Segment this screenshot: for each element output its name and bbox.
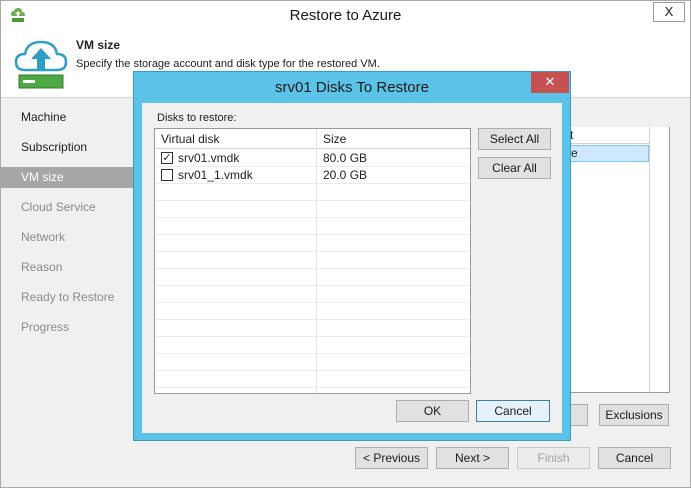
dialog-body: Disks to restore: Virtual disk Size ✓ sr…: [142, 103, 562, 433]
cloud-upload-icon: [14, 40, 68, 89]
select-all-button[interactable]: Select All: [478, 128, 551, 150]
disks-grid[interactable]: Virtual disk Size ✓ srv01.vmdk 80.0 GB s…: [154, 128, 471, 394]
title-bar: Restore to Azure X: [1, 1, 690, 31]
step-title: VM size: [76, 38, 121, 52]
column-header-virtual-disk[interactable]: Virtual disk: [155, 129, 316, 149]
nav-item-vm-size[interactable]: VM size: [1, 167, 134, 188]
nav-item-reason: Reason: [21, 260, 63, 274]
dialog-ok-button[interactable]: OK: [396, 400, 469, 422]
empty-row: [155, 235, 470, 252]
empty-row: [155, 184, 470, 201]
nav-item-network: Network: [21, 230, 66, 244]
next-button[interactable]: Next >: [436, 447, 509, 469]
empty-row: [155, 354, 470, 371]
nav-item-cloud-service: Cloud Service: [21, 200, 96, 214]
disks-to-restore-dialog: srv01 Disks To Restore ✕ Disks to restor…: [133, 71, 571, 441]
wizard-steps-sidebar: Machine Subscription VM size Cloud Servi…: [1, 98, 134, 348]
disk-name: srv01.vmdk: [178, 151, 240, 165]
empty-row: [155, 337, 470, 354]
disks-grid-header: Virtual disk Size: [155, 129, 470, 149]
dialog-close-button[interactable]: ✕: [531, 72, 569, 93]
nav-item-progress: Progress: [21, 320, 70, 334]
finish-button: Finish: [517, 447, 590, 469]
vm-size-grid-edge: [649, 127, 670, 393]
disk-size: 20.0 GB: [323, 168, 368, 182]
exclusions-button[interactable]: Exclusions: [599, 404, 669, 426]
disks-to-restore-label: Disks to restore:: [157, 112, 237, 124]
nav-item-machine[interactable]: Machine: [1, 107, 134, 128]
empty-row: [155, 218, 470, 235]
dialog-title: srv01 Disks To Restore: [275, 79, 429, 96]
disk-checkbox-srv01-1[interactable]: [161, 169, 173, 181]
nav-item-ready-to-restore: Ready to Restore: [21, 290, 115, 304]
clear-all-button[interactable]: Clear All: [478, 157, 551, 179]
disk-checkbox-srv01[interactable]: ✓: [161, 152, 173, 164]
empty-row: [155, 201, 470, 218]
empty-row: [155, 286, 470, 303]
empty-row: [155, 371, 470, 388]
dialog-cancel-button[interactable]: Cancel: [476, 400, 550, 422]
disk-name: srv01_1.vmdk: [178, 168, 253, 182]
disk-row-srv01[interactable]: ✓ srv01.vmdk 80.0 GB: [155, 150, 470, 167]
step-description: Specify the storage account and disk typ…: [76, 58, 380, 70]
cancel-button[interactable]: Cancel: [598, 447, 671, 469]
empty-row: [155, 303, 470, 320]
previous-button[interactable]: < Previous: [355, 447, 428, 469]
disk-size: 80.0 GB: [323, 151, 368, 165]
empty-row: [155, 269, 470, 286]
window-title: Restore to Azure: [289, 7, 402, 24]
nav-item-subscription[interactable]: Subscription: [1, 137, 134, 158]
window-close-button[interactable]: X: [653, 2, 685, 22]
empty-row: [155, 320, 470, 337]
empty-row: [155, 252, 470, 269]
column-header-size[interactable]: Size: [317, 129, 470, 149]
disk-row-srv01-1[interactable]: srv01_1.vmdk 20.0 GB: [155, 167, 470, 184]
